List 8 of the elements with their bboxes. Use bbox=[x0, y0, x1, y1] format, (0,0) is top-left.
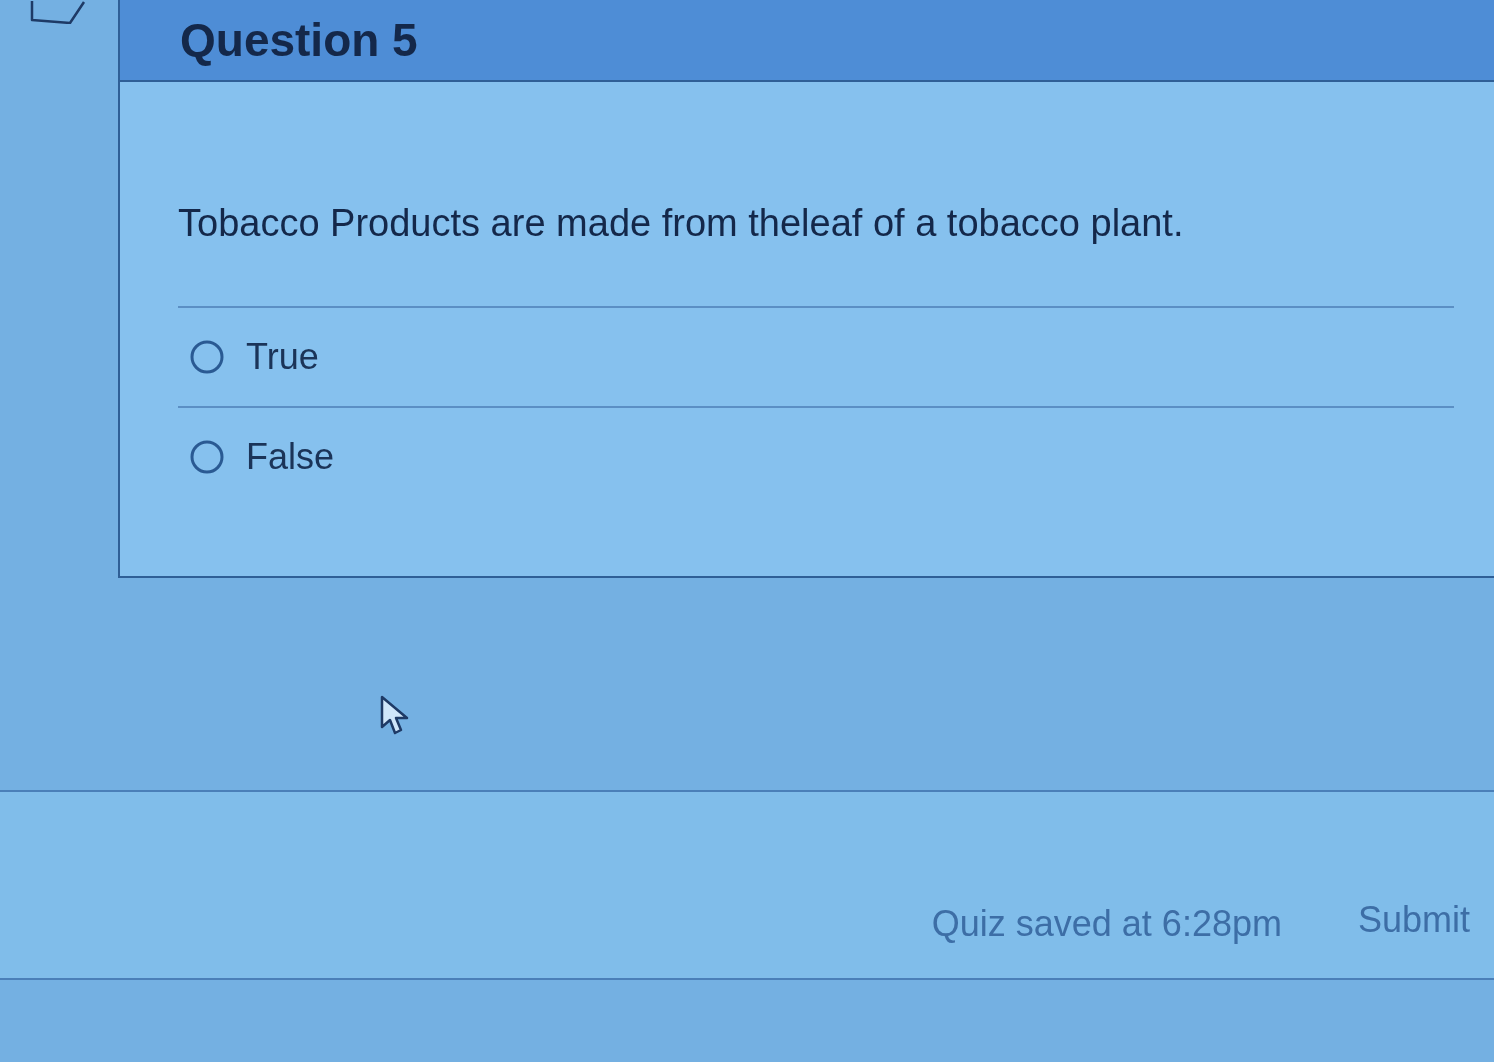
mouse-pointer-icon bbox=[380, 695, 410, 737]
radio-button[interactable] bbox=[190, 339, 224, 374]
answer-label[interactable]: False bbox=[246, 438, 335, 475]
bookmark-icon[interactable] bbox=[30, 0, 86, 24]
save-status-text: Quiz saved at 6:28pm bbox=[931, 906, 1282, 942]
radio-button[interactable] bbox=[190, 439, 224, 474]
answer-label[interactable]: True bbox=[246, 338, 319, 375]
question-text: Tobacco Products are made from theleaf of a tobacco plant. bbox=[178, 201, 1185, 246]
